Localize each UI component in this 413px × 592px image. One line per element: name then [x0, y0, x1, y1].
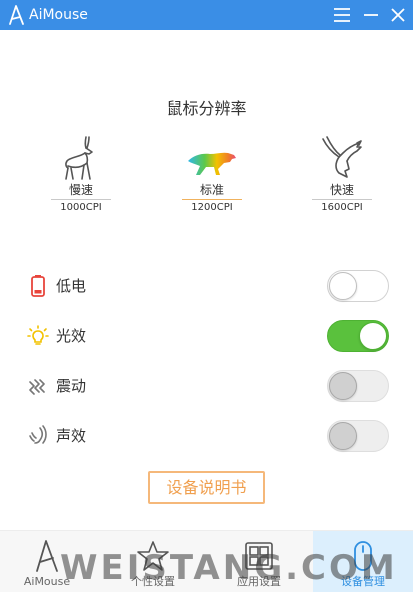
nav-label: 个性设置 [131, 575, 175, 588]
speed-dpi: 1000CPI [60, 202, 102, 213]
speed-option-fast[interactable]: 快速 1600CPI [302, 133, 382, 214]
speed-label: 标准 [199, 183, 224, 197]
setting-label: 震动 [56, 377, 87, 395]
gazelle-icon [65, 136, 93, 180]
mouse-icon [354, 541, 372, 571]
toggle-knob [329, 372, 357, 400]
sound-toggle[interactable] [327, 420, 389, 452]
title-bar: AiMouse [0, 0, 413, 30]
eagle-icon [322, 136, 362, 178]
setting-row-light-effect: 光效 [0, 316, 413, 356]
speed-underline [51, 199, 111, 200]
nav-personal-settings[interactable]: 个性设置 [103, 531, 203, 592]
vibration-icon [29, 379, 45, 395]
bottom-nav: AiMouse 个性设置 应用设置 设备管理 [0, 530, 413, 592]
setting-row-vibration: 震动 [0, 366, 413, 406]
vibration-toggle[interactable] [327, 370, 389, 402]
speed-option-standard[interactable]: 标准 1200CPI [172, 133, 252, 214]
close-button[interactable] [386, 3, 410, 27]
speed-label: 慢速 [68, 183, 93, 197]
speed-dpi: 1200CPI [191, 202, 233, 213]
nav-device-management[interactable]: 设备管理 [313, 531, 413, 592]
nav-label: 设备管理 [341, 575, 385, 588]
toggle-knob [329, 422, 357, 450]
sound-icon [29, 425, 47, 444]
speed-label: 快速 [329, 183, 354, 197]
aimouse-logo-icon [9, 5, 24, 25]
app-title: AiMouse [29, 7, 88, 23]
battery-icon [31, 275, 45, 297]
aimouse-logo-icon [36, 540, 58, 572]
device-manual-button[interactable]: 设备说明书 [148, 471, 265, 504]
nav-app-settings[interactable]: 应用设置 [209, 531, 309, 592]
speed-underline [312, 199, 372, 200]
setting-row-low-battery: 低电 [0, 266, 413, 306]
minimize-button[interactable] [359, 3, 383, 27]
setting-row-sound: 声效 [0, 416, 413, 456]
setting-label: 声效 [56, 427, 87, 445]
setting-label: 低电 [56, 277, 87, 295]
lightbulb-icon [27, 325, 49, 345]
hamburger-menu-icon [334, 8, 350, 22]
speed-dpi: 1600CPI [321, 202, 363, 213]
nav-aimouse[interactable]: AiMouse [0, 531, 97, 592]
speed-option-slow[interactable]: 慢速 1000CPI [41, 133, 121, 214]
grid-icon [245, 542, 273, 570]
close-icon [391, 8, 405, 22]
speed-underline [182, 199, 242, 200]
resolution-title: 鼠标分辨率 [166, 99, 247, 118]
light-effect-toggle[interactable] [327, 320, 389, 352]
setting-label: 光效 [56, 327, 87, 345]
menu-button[interactable] [330, 3, 354, 27]
cheetah-icon [188, 152, 236, 175]
minimize-icon [364, 14, 378, 16]
nav-label: 应用设置 [237, 575, 281, 588]
nav-label: AiMouse [23, 575, 71, 588]
toggle-knob [359, 322, 387, 350]
low-battery-toggle[interactable] [327, 270, 389, 302]
toggle-knob [329, 272, 357, 300]
star-icon [137, 541, 169, 571]
